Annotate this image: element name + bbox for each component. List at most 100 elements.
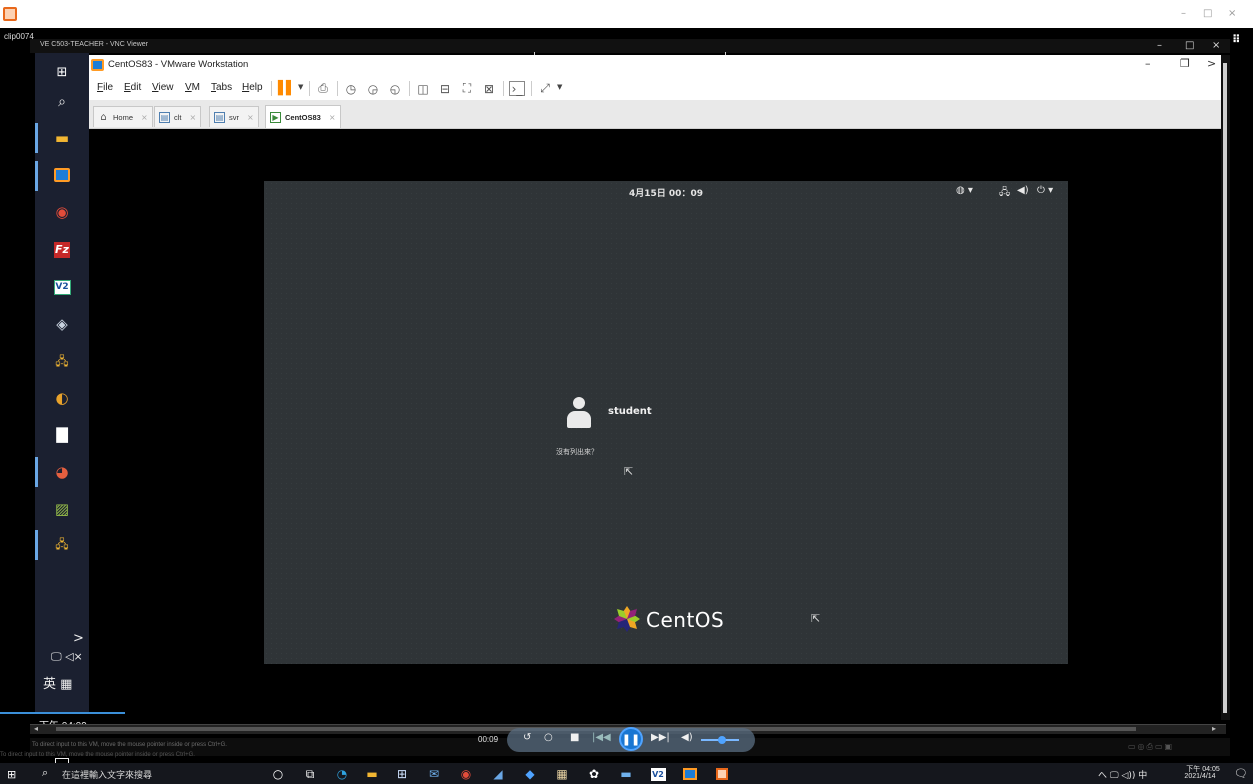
- vnc-maximize-button[interactable]: □: [1185, 40, 1194, 51]
- tab-svr[interactable]: ▤ svr ×: [209, 106, 259, 127]
- vnc-viewer-icon[interactable]: V2: [650, 766, 666, 782]
- volume-icon[interactable]: ◀): [1017, 185, 1029, 196]
- close-icon[interactable]: ×: [190, 113, 197, 122]
- stretch-guest-icon[interactable]: ⤢: [537, 81, 553, 96]
- taskbar-search-box[interactable]: 在這裡輸入文字來搜尋: [62, 768, 152, 781]
- previous-icon[interactable]: |◀◀: [592, 732, 611, 743]
- document-icon[interactable]: ▇: [52, 425, 72, 443]
- store-icon[interactable]: ⊞: [394, 766, 410, 782]
- ime-indicator[interactable]: 英 ▦: [43, 673, 72, 692]
- snapshot-manager-icon[interactable]: ◵: [387, 81, 403, 96]
- snapshot-icon[interactable]: ◷: [343, 81, 359, 96]
- console-view-icon[interactable]: ›_: [509, 81, 525, 96]
- cortana-icon[interactable]: ○: [270, 766, 286, 782]
- vmware-icon[interactable]: [52, 166, 72, 184]
- tab-label: clt: [174, 112, 182, 122]
- rewind-icon[interactable]: ↺: [523, 732, 531, 743]
- guest-screen[interactable]: 4月15日 00：09 ◍ ▾ 🖧 ◀) ⏻ ▾ student 沒有列出來？ …: [264, 181, 1068, 664]
- app-icon[interactable]: ▬: [618, 766, 634, 782]
- notification-icon[interactable]: 🗨: [1234, 767, 1248, 780]
- vnc-minimize-button[interactable]: –: [1157, 40, 1162, 51]
- centos-wordmark: CentOS: [646, 608, 725, 632]
- network-icon[interactable]: 🖧: [52, 535, 72, 553]
- not-listed-link[interactable]: 沒有列出來？: [556, 447, 598, 457]
- chevron-down-icon[interactable]: ▼: [557, 83, 562, 91]
- vmware-restore-button[interactable]: ❐: [1180, 57, 1190, 70]
- network-icon[interactable]: 🖧: [999, 185, 1010, 202]
- app-icon[interactable]: ◈: [52, 315, 72, 333]
- network-icon[interactable]: 🖧: [52, 352, 72, 370]
- scroll-left-icon[interactable]: ◂: [34, 724, 38, 733]
- device-status-icons[interactable]: ▭◎⎙▭▣: [1128, 742, 1174, 752]
- mouse-cursor-icon: ⇱: [811, 612, 821, 625]
- chrome-icon[interactable]: ◉: [52, 203, 72, 221]
- unity-icon[interactable]: ⊠: [481, 81, 497, 96]
- vnc-viewer-icon[interactable]: V2: [52, 278, 72, 296]
- menu-tabs[interactable]: Tabs: [211, 82, 232, 93]
- library-view-icon[interactable]: ◫: [415, 81, 431, 96]
- power-icon[interactable]: ⏻ ▾: [1037, 185, 1053, 196]
- pause-button[interactable]: ❚❚: [619, 727, 643, 751]
- volume-slider-knob[interactable]: [718, 736, 726, 744]
- pause-vm-icon[interactable]: ▌▌: [278, 81, 296, 96]
- edge-icon[interactable]: ◔: [334, 766, 350, 782]
- file-explorer-icon[interactable]: ▬: [52, 129, 72, 147]
- menu-vm[interactable]: VM: [185, 82, 200, 93]
- tab-centos83[interactable]: ▶ CentOS83 ×: [265, 105, 341, 128]
- search-icon[interactable]: ⌕: [52, 93, 72, 111]
- vnc-close-button[interactable]: ×: [1212, 40, 1220, 51]
- search-icon[interactable]: ⌕: [42, 766, 48, 780]
- menu-edit[interactable]: Edit: [124, 82, 141, 93]
- image-editor-icon[interactable]: ▨: [52, 500, 72, 518]
- scrollbar-thumb[interactable]: [1223, 63, 1227, 713]
- revert-snapshot-icon[interactable]: ◶: [365, 81, 381, 96]
- guest-clock[interactable]: 4月15日 00：09: [264, 186, 1068, 199]
- fullscreen-icon[interactable]: ⛶: [459, 81, 475, 96]
- send-ctrl-alt-del-icon[interactable]: ⎙: [315, 81, 331, 96]
- network-volume-icons[interactable]: 🖵 ◁×: [51, 650, 83, 664]
- tab-clt[interactable]: ▤ clt ×: [154, 106, 202, 127]
- mail-icon[interactable]: ✉: [426, 766, 442, 782]
- outer-minimize-button[interactable]: –: [1181, 8, 1186, 19]
- scroll-right-icon[interactable]: ▸: [1212, 724, 1216, 733]
- vmware-icon[interactable]: [682, 766, 698, 782]
- vmware-minimize-button[interactable]: –: [1145, 57, 1151, 70]
- task-view-icon[interactable]: ⧉: [302, 766, 318, 782]
- windows-start-icon[interactable]: ⊞: [7, 768, 16, 781]
- close-icon[interactable]: ×: [141, 113, 148, 122]
- recorder-icon[interactable]: [714, 766, 730, 782]
- stop-icon[interactable]: ■: [570, 732, 579, 743]
- chevron-right-icon[interactable]: >: [1207, 57, 1216, 70]
- chrome-icon[interactable]: ◉: [458, 766, 474, 782]
- app-icon[interactable]: ◕: [52, 463, 72, 481]
- tab-home[interactable]: ⌂ Home ×: [93, 106, 153, 127]
- file-explorer-icon[interactable]: ▬: [364, 766, 380, 782]
- status-hint-echo: To direct input to this VM, move the mou…: [0, 752, 195, 758]
- app-icon[interactable]: ◆: [522, 766, 538, 782]
- outer-close-button[interactable]: ×: [1228, 8, 1236, 19]
- menu-view[interactable]: View: [152, 82, 174, 93]
- loop-icon[interactable]: ○: [544, 732, 553, 743]
- windows-start-icon[interactable]: ⊞: [52, 63, 72, 81]
- volume-icon[interactable]: ◀): [681, 732, 693, 743]
- grid-icon[interactable]: ⠿: [1232, 33, 1241, 46]
- chevron-down-icon[interactable]: ▼: [298, 83, 303, 91]
- taskbar-date[interactable]: 2021/4/14: [1178, 773, 1222, 780]
- chevron-right-icon[interactable]: >: [73, 631, 84, 646]
- thumbnail-view-icon[interactable]: ⊟: [437, 81, 453, 96]
- filezilla-icon[interactable]: Fz: [52, 241, 72, 259]
- vertical-scrollbar[interactable]: [1221, 55, 1230, 720]
- close-icon[interactable]: ×: [329, 113, 336, 122]
- app-icon[interactable]: ◢: [490, 766, 506, 782]
- app-icon[interactable]: ◐: [52, 389, 72, 407]
- close-icon[interactable]: ×: [247, 113, 254, 122]
- user-list-item[interactable]: student: [566, 395, 686, 429]
- next-icon[interactable]: ▶▶|: [651, 732, 670, 743]
- accessibility-icon[interactable]: ◍ ▾: [956, 185, 973, 196]
- settings-icon[interactable]: ✿: [586, 766, 602, 782]
- menu-file[interactable]: File: [97, 82, 113, 93]
- outer-maximize-button[interactable]: □: [1203, 8, 1212, 19]
- menu-help[interactable]: Help: [242, 82, 263, 93]
- app-icon[interactable]: ▦: [554, 766, 570, 782]
- system-tray[interactable]: へ 🖵 ◁)) 中: [1098, 768, 1147, 781]
